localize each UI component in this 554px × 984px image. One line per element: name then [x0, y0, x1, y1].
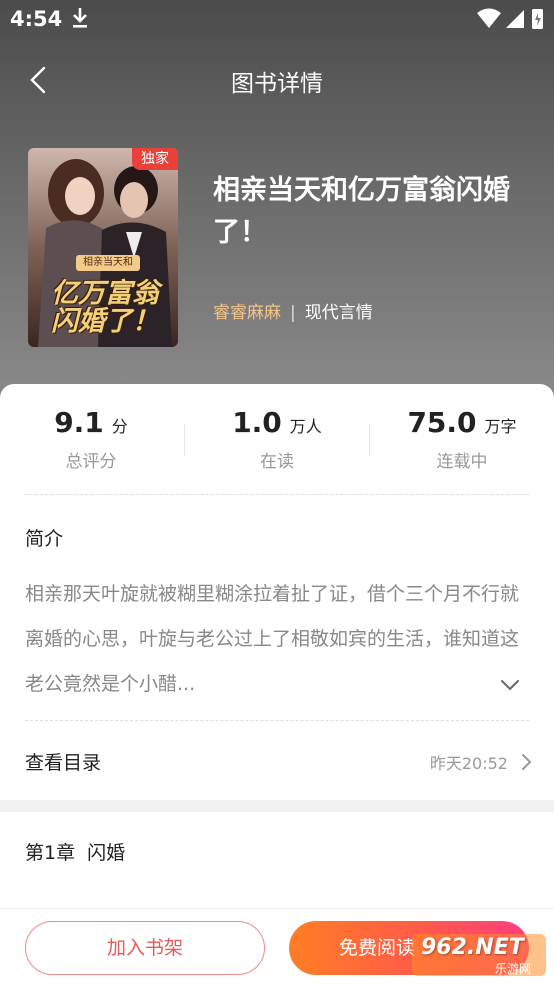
cover-subtitle: 相亲当天和 — [76, 255, 140, 271]
word-count-value: 75.0 — [407, 406, 477, 439]
stat-rating: 9.1 分 总评分 — [16, 406, 166, 472]
rating-unit: 分 — [111, 417, 128, 436]
stat-word-count: 75.0 万字 连载中 — [387, 406, 537, 472]
book-title: 相亲当天和亿万富翁闪婚了！ — [213, 175, 510, 248]
watermark-subtext: 乐游网 — [495, 962, 532, 976]
chevron-right-icon — [522, 754, 532, 770]
exclusive-badge: 独家 — [132, 148, 178, 170]
intro-heading: 简介 — [25, 528, 64, 550]
signal-battery-icons — [477, 8, 543, 29]
download-icon — [73, 8, 87, 28]
book-cover[interactable]: 独家 相亲当天和 亿万富翁闪婚了！ — [28, 148, 178, 347]
author-link[interactable]: 睿睿麻麻 — [213, 303, 281, 323]
word-count-unit: 万字 — [484, 417, 517, 436]
status-time: 4:54 — [10, 7, 63, 31]
chapter-title: 第1章 闪婚 — [25, 842, 126, 864]
chevron-down-icon[interactable] — [498, 678, 522, 692]
book-meta: 睿睿麻麻 | 现代言情 — [213, 298, 373, 323]
page-title: 图书详情 — [231, 71, 323, 97]
stat-divider — [369, 424, 370, 456]
cell-signal-icon — [506, 10, 524, 28]
genre-label: 现代言情 — [304, 303, 373, 323]
stat-readers: 1.0 万人 在读 — [202, 406, 352, 472]
add-to-shelf-button[interactable]: 加入书架 — [25, 921, 265, 975]
serial-status-label: 连载中 — [436, 452, 488, 472]
rating-label: 总评分 — [65, 452, 117, 472]
divider — [25, 494, 529, 495]
cover-title-art: 亿万富翁闪婚了！ — [51, 278, 159, 337]
wifi-icon — [477, 8, 501, 28]
readers-label: 在读 — [260, 452, 294, 472]
first-chapter-row[interactable]: 第1章 闪婚 — [0, 812, 554, 912]
meta-separator: | — [290, 303, 296, 323]
book-info-card: 9.1 分 总评分 1.0 万人 在读 75.0 万字 连载中 简介 相亲那天叶旋就被… — [0, 384, 554, 800]
last-update-time: 昨天20:52 — [429, 754, 508, 773]
divider — [25, 720, 529, 721]
watermark-text: 962.NET — [421, 935, 524, 960]
catalog-label: 查看目录 — [25, 752, 102, 774]
intro-text: 相亲那天叶旋就被糊里糊涂拉着扯了证，借个三个月不行就离婚的心思，叶旋与老公过上了… — [25, 583, 520, 695]
rating-value: 9.1 — [54, 406, 104, 439]
status-bar: 4:54 — [0, 0, 554, 38]
readers-unit: 万人 — [289, 417, 322, 436]
view-catalog-row[interactable]: 查看目录 昨天20:52 — [0, 734, 554, 790]
stat-divider — [184, 424, 185, 456]
readers-value: 1.0 — [232, 406, 282, 439]
